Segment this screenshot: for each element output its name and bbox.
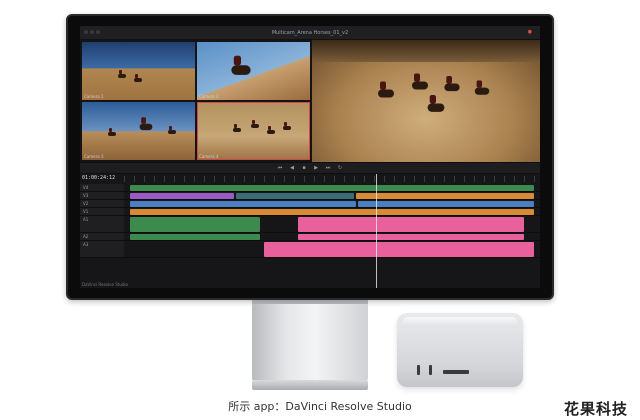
app-footer: DaVinci Resolve Studio <box>82 282 128 287</box>
horse-rider-icon <box>118 70 126 79</box>
angle-label: Camera 2 <box>199 94 219 99</box>
horse-rider-icon <box>233 124 241 133</box>
track-row: A3 <box>80 241 540 258</box>
angle-label: Camera 4 <box>199 154 219 159</box>
horse-rider-icon <box>231 55 251 78</box>
track-header[interactable]: V4 <box>80 184 124 191</box>
project-title: Multicam_Arena Horses_01_v2 <box>271 29 349 36</box>
stand-base <box>252 380 368 390</box>
program-viewer[interactable] <box>312 40 540 162</box>
track-row: A2 <box>80 233 540 241</box>
audio-clip[interactable] <box>298 217 524 232</box>
track-row: V4 <box>80 184 540 192</box>
horse-rider-icon <box>283 122 291 131</box>
track-list: V4 V3 V2 V1 A1 A2 A3 <box>80 184 540 258</box>
clip[interactable] <box>236 193 354 199</box>
timeline-ruler[interactable] <box>124 176 540 182</box>
track-header[interactable]: V1 <box>80 208 124 215</box>
horse-rider-icon <box>412 73 428 92</box>
caption: 所示 app：DaVinci Resolve Studio <box>228 400 412 413</box>
arena-wall <box>312 40 540 62</box>
skip-forward-icon[interactable]: ⏭ <box>325 165 331 171</box>
audio-clip[interactable] <box>264 242 534 257</box>
clip[interactable] <box>130 185 534 191</box>
mac-studio <box>397 313 523 387</box>
clip[interactable] <box>130 201 356 207</box>
resolve-screen: Multicam_Arena Horses_01_v2 ● Camera 1 C… <box>80 26 540 288</box>
angle-label: Camera 3 <box>84 154 104 159</box>
track-header[interactable]: A1 <box>80 216 124 232</box>
horse-rider-icon <box>139 117 153 131</box>
clip[interactable] <box>358 201 534 207</box>
play-icon[interactable]: ▶ <box>313 165 319 171</box>
track-header[interactable]: V3 <box>80 192 124 199</box>
audio-clip[interactable] <box>130 217 260 232</box>
track-row: V3 <box>80 192 540 200</box>
usb-port-icon <box>429 365 432 375</box>
angle-tile[interactable]: Camera 1 <box>82 42 195 100</box>
rewind-icon[interactable]: ◀ <box>289 165 295 171</box>
product-photo: Multicam_Arena Horses_01_v2 ● Camera 1 C… <box>0 0 640 420</box>
angle-tile[interactable]: Camera 3 <box>82 102 195 160</box>
horse-rider-icon <box>168 126 176 135</box>
playhead[interactable] <box>376 174 377 288</box>
titlebar: Multicam_Arena Horses_01_v2 ● <box>80 26 540 40</box>
horse-rider-icon <box>251 120 259 129</box>
angle-tile-selected[interactable]: Camera 4 <box>197 102 310 160</box>
track-row: V1 <box>80 208 540 216</box>
track-row: V2 <box>80 200 540 208</box>
angle-tile[interactable]: Camera 2 <box>197 42 310 100</box>
monitor-stand <box>252 304 368 382</box>
horse-rider-icon <box>267 126 275 135</box>
studio-display: Multicam_Arena Horses_01_v2 ● Camera 1 C… <box>66 14 554 300</box>
record-indicator-icon: ● <box>527 29 532 35</box>
sd-slot-icon <box>443 370 469 374</box>
mac-studio-top <box>403 317 517 327</box>
usb-port-icon <box>417 365 420 375</box>
horse-rider-icon <box>444 75 460 93</box>
timeline[interactable]: 01:00:24:12 V4 V3 V2 V1 A1 A2 A3 DaVinci… <box>80 174 540 288</box>
clip[interactable] <box>356 193 534 199</box>
clip[interactable] <box>130 193 234 199</box>
stop-icon[interactable]: ■ <box>301 165 307 171</box>
horse-rider-icon <box>134 74 142 83</box>
horse-rider-icon <box>427 95 445 114</box>
audio-clip[interactable] <box>298 234 524 240</box>
angle-label: Camera 1 <box>84 94 104 99</box>
audio-clip[interactable] <box>130 234 260 240</box>
horse-rider-icon <box>474 80 490 96</box>
loop-icon[interactable]: ↻ <box>337 165 343 171</box>
horse-rider-icon <box>108 128 116 137</box>
timecode: 01:00:24:12 <box>82 175 116 181</box>
angle-grid[interactable]: Camera 1 Camera 2 Camera 3 Camera 4 <box>80 40 312 162</box>
watermark: 花果科技 <box>563 400 628 418</box>
track-row: A1 <box>80 216 540 233</box>
skip-back-icon[interactable]: ⏮ <box>277 165 283 171</box>
window-controls[interactable] <box>84 30 100 34</box>
track-header[interactable]: A3 <box>80 241 124 257</box>
track-header[interactable]: V2 <box>80 200 124 207</box>
clip[interactable] <box>130 209 534 215</box>
horse-rider-icon <box>378 81 394 100</box>
track-header[interactable]: A2 <box>80 233 124 240</box>
transport-controls: ⏮ ◀ ■ ▶ ⏭ ↻ <box>80 162 540 174</box>
multicam-viewer[interactable]: Camera 1 Camera 2 Camera 3 Camera 4 <box>80 40 540 162</box>
